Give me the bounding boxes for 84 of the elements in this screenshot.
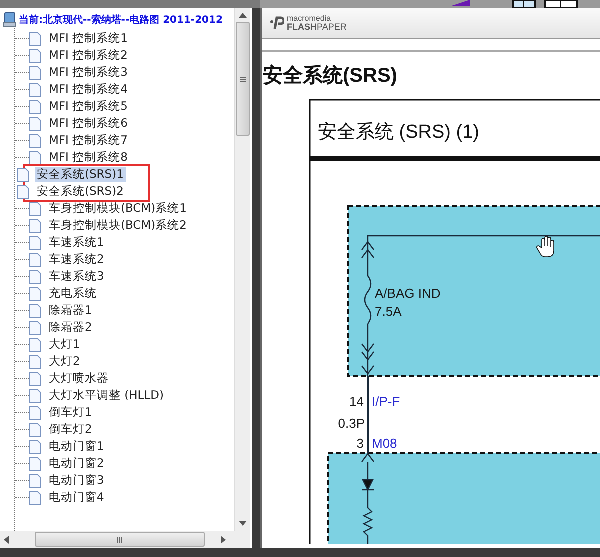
- wire-label: 14: [350, 394, 364, 409]
- down-arrow-icon[interactable]: [238, 521, 246, 526]
- document-icon: [29, 490, 41, 504]
- document-icon: [29, 202, 41, 216]
- wire-label: 3: [356, 436, 364, 451]
- tree-item[interactable]: 车速系统3: [47, 269, 106, 284]
- tree-item[interactable]: 车速系统1: [47, 235, 106, 250]
- tree-item[interactable]: 除霜器2: [47, 320, 94, 335]
- tree-item[interactable]: 大灯2: [47, 354, 82, 369]
- wire-label: 7.5A: [375, 304, 402, 319]
- tree-item[interactable]: 大灯喷水器: [47, 371, 111, 386]
- document-icon: [29, 100, 41, 114]
- tree-item[interactable]: MFI 控制系统4: [47, 82, 130, 97]
- scroll-thumb[interactable]: [35, 532, 205, 547]
- diagram-title: 安全系统 (SRS) (1): [318, 122, 480, 143]
- tree-item[interactable]: MFI 控制系统6: [47, 116, 130, 131]
- left-arrow-icon[interactable]: [4, 536, 9, 544]
- up-arrow-icon[interactable]: [238, 13, 246, 18]
- document-icon: [29, 134, 41, 148]
- tree-item[interactable]: 车身控制模块(BCM)系统1: [47, 201, 189, 216]
- tree-item[interactable]: 倒车灯2: [47, 422, 94, 437]
- tree-item[interactable]: MFI 控制系统5: [47, 99, 130, 114]
- document-icon: [29, 218, 41, 232]
- tree-item[interactable]: 除霜器1: [47, 303, 94, 318]
- document-icon: [29, 354, 41, 368]
- tree-root[interactable]: 当前:北京现代--索纳塔--电路图 2011-2012: [19, 13, 223, 27]
- tree-item[interactable]: 充电系统: [47, 286, 99, 301]
- tree-item[interactable]: MFI 控制系统7: [47, 133, 130, 148]
- computer-icon: [3, 12, 17, 28]
- document-icon: [29, 456, 41, 470]
- tree-item[interactable]: 大灯1: [47, 337, 82, 352]
- document-icon: [29, 440, 41, 454]
- document-icon: [29, 116, 41, 130]
- logo-text: FLASHPAPER: [287, 23, 347, 31]
- document-icon: [17, 168, 29, 182]
- wire-label: A/BAG IND: [375, 286, 441, 301]
- document-icon: [29, 320, 41, 334]
- tree-item[interactable]: 倒车灯1: [47, 405, 94, 420]
- window-icon[interactable]: [512, 0, 536, 8]
- tree-item[interactable]: 安全系统(SRS)2: [35, 184, 126, 199]
- document-icon: [29, 286, 41, 300]
- grip-icon: [240, 76, 246, 82]
- scroll-thumb[interactable]: [236, 22, 250, 136]
- document-icon: [29, 270, 41, 284]
- document-icon: [29, 474, 41, 488]
- document-icon: [29, 338, 41, 352]
- document-icon: [29, 372, 41, 386]
- tree-item[interactable]: 大灯水平调整 (HLLD): [47, 388, 166, 403]
- hand-cursor-icon: [536, 236, 554, 258]
- tree-item[interactable]: 电动门窗1: [47, 439, 106, 454]
- wire-label: I/P-F: [372, 394, 400, 409]
- wire-label: M08: [372, 436, 398, 451]
- document-icon: [29, 252, 41, 266]
- vertical-scrollbar[interactable]: [234, 8, 250, 531]
- document-icon: [29, 304, 41, 318]
- document-icon: [29, 66, 41, 80]
- tree-item[interactable]: 车身控制模块(BCM)系统2: [47, 218, 189, 233]
- tree-item[interactable]: MFI 控制系统3: [47, 65, 130, 80]
- document-icon: [29, 48, 41, 62]
- tree-item[interactable]: MFI 控制系统2: [47, 48, 130, 63]
- tree-item[interactable]: 电动门窗4: [47, 490, 106, 505]
- document-icon: [29, 32, 41, 46]
- tree-item[interactable]: 车速系统2: [47, 252, 106, 267]
- document-icon: [29, 236, 41, 250]
- grip-icon: [117, 536, 123, 542]
- document-icon: [29, 406, 41, 420]
- triangle-icon: [452, 0, 470, 6]
- document-icon: [17, 184, 29, 198]
- document-icon: [29, 82, 41, 96]
- document-icon: [29, 388, 41, 402]
- right-arrow-icon[interactable]: [221, 536, 226, 544]
- horizontal-scrollbar[interactable]: [0, 531, 250, 548]
- tree-item[interactable]: 安全系统(SRS)1: [35, 167, 126, 182]
- window-icon[interactable]: [544, 0, 578, 8]
- document-icon: [29, 422, 41, 436]
- tree-item[interactable]: MFI 控制系统1: [47, 31, 130, 46]
- logo-icon: [270, 16, 284, 30]
- tree-item[interactable]: 电动门窗3: [47, 473, 106, 488]
- tree-item[interactable]: 电动门窗2: [47, 456, 106, 471]
- tree-item[interactable]: MFI 控制系统8: [47, 150, 130, 165]
- page-heading: 安全系统(SRS): [263, 64, 398, 88]
- logo-text: macromedia: [287, 15, 332, 23]
- document-icon: [29, 150, 41, 164]
- wire-label: 0.3P: [338, 416, 365, 431]
